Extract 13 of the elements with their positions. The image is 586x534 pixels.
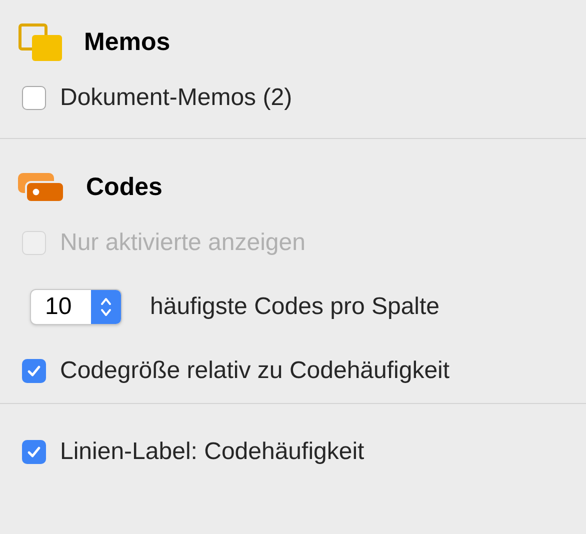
checkbox[interactable] (22, 359, 46, 383)
stepper-label: häufigste Codes pro Spalte (150, 292, 440, 322)
checkmark-icon (26, 444, 42, 460)
section-title: Codes (86, 172, 162, 204)
checkbox[interactable] (22, 440, 46, 464)
checkmark-icon (26, 363, 42, 379)
memo-icon (18, 23, 64, 63)
checkbox-label: Dokument-Memos (2) (60, 83, 292, 113)
section-title: Memos (84, 27, 170, 58)
checkbox[interactable] (22, 86, 46, 110)
checkbox-label: Linien-Label: Codehäufigkeit (60, 437, 364, 467)
checkbox-label: Codegröße relativ zu Codehäufigkeit (60, 356, 450, 386)
checkbox-label: Nur aktivierte anzeigen (60, 228, 306, 258)
